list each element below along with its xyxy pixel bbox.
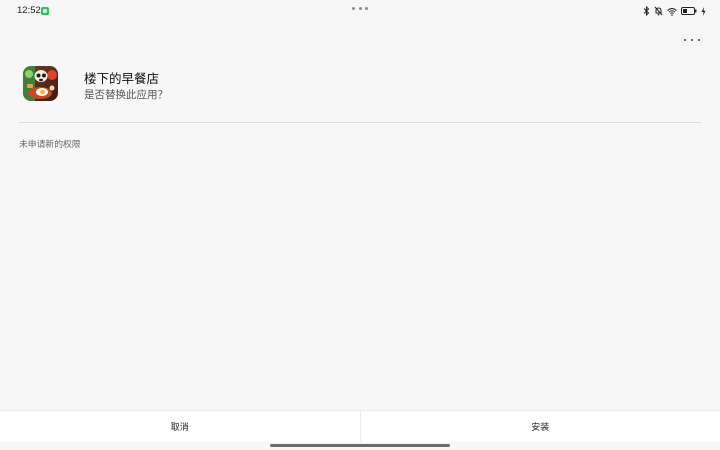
- more-options-icon[interactable]: [684, 33, 700, 47]
- mute-icon: [654, 6, 663, 16]
- status-icons: [643, 5, 706, 17]
- wifi-icon: [667, 7, 677, 16]
- action-bar: 取消 安装: [0, 410, 720, 442]
- status-time: 12:52: [17, 5, 41, 16]
- status-bar: 12:52: [0, 0, 720, 22]
- home-indicator[interactable]: [270, 444, 450, 447]
- cancel-button[interactable]: 取消: [0, 411, 360, 442]
- window-drag-handle-icon[interactable]: [352, 7, 368, 11]
- bluetooth-icon: [643, 6, 650, 16]
- charging-icon: [701, 6, 706, 16]
- app-name: 楼下的早餐店: [84, 71, 160, 86]
- divider: [19, 122, 701, 123]
- replace-question: 是否替换此应用？: [84, 89, 168, 101]
- permission-note: 未申请新的权限: [19, 140, 81, 150]
- breakfast-shop-app-icon: [23, 66, 58, 101]
- battery-icon: [681, 7, 697, 15]
- install-button[interactable]: 安装: [361, 411, 720, 442]
- wechat-icon: [41, 7, 49, 15]
